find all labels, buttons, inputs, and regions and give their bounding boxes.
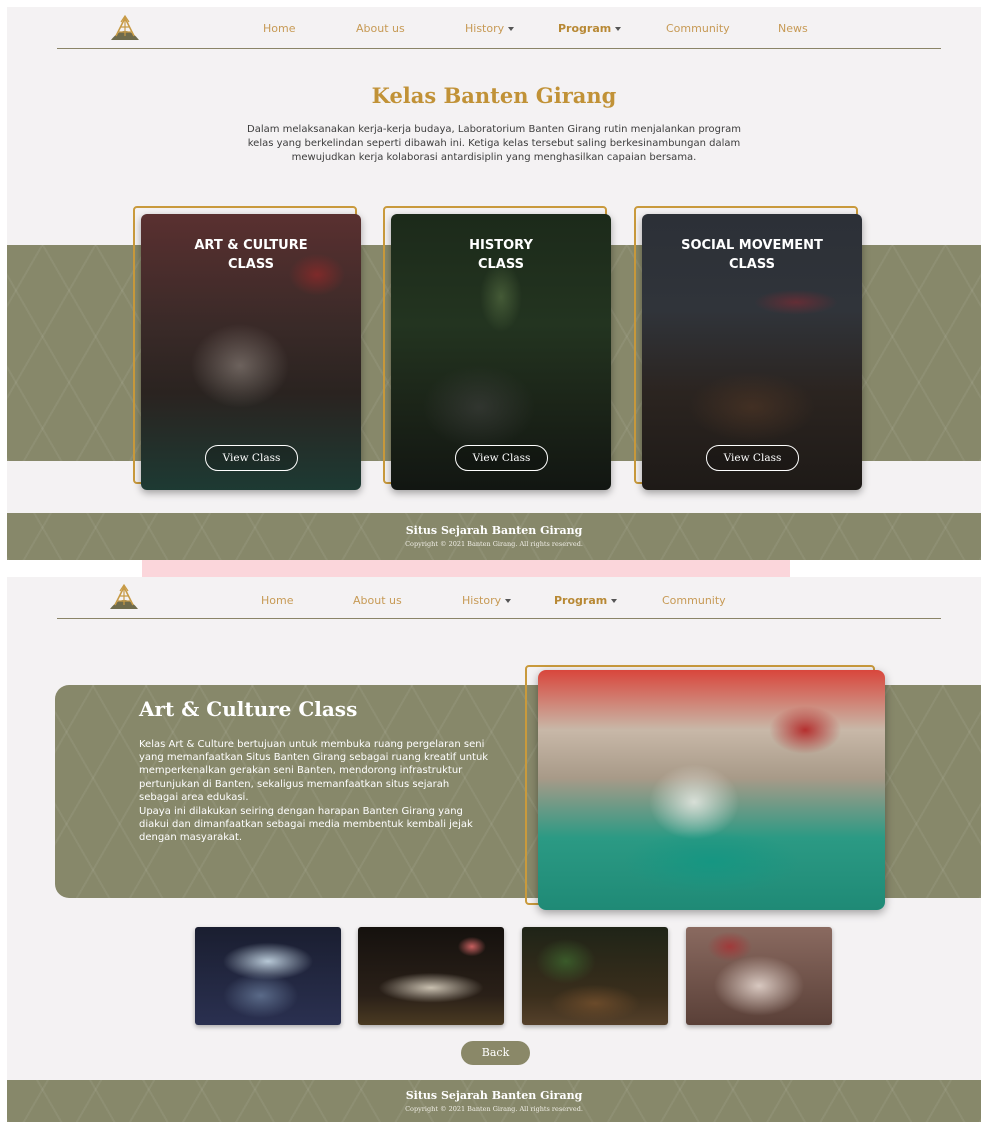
nav-history-label: History [465, 22, 505, 35]
nav-community[interactable]: Community [662, 594, 726, 607]
card-title-line: CLASS [728, 257, 776, 272]
nav-divider [57, 618, 941, 619]
class-detail-page: Home About us History Program Community … [7, 577, 981, 1122]
chevron-down-icon [611, 599, 618, 603]
card-title-line: HISTORY [469, 238, 533, 253]
class-main-photo [538, 670, 885, 910]
chevron-down-icon [505, 599, 512, 603]
footer-copyright: Copyright © 2021 Banten Girang. All righ… [405, 1105, 583, 1113]
nav-history-label: History [462, 594, 502, 607]
top-nav: Home About us History Program Community … [7, 7, 981, 51]
view-class-button[interactable]: View Class [706, 445, 799, 471]
back-button[interactable]: Back [461, 1041, 530, 1065]
nav-news[interactable]: News [778, 22, 808, 35]
nav-community[interactable]: Community [666, 22, 730, 35]
view-class-button[interactable]: View Class [205, 445, 298, 471]
card-title: HISTORY CLASS [391, 236, 611, 274]
class-card-art-culture[interactable]: ART & CULTURE CLASS View Class [141, 214, 361, 490]
class-card-social-movement[interactable]: SOCIAL MOVEMENT CLASS View Class [642, 214, 862, 490]
intro-text: Dalam melaksanakan kerja-kerja budaya, L… [247, 124, 741, 163]
card-title-line: CLASS [477, 257, 525, 272]
nav-program-label: Program [554, 594, 608, 607]
card-title-line: ART & CULTURE [194, 238, 308, 253]
chevron-down-icon [615, 27, 622, 31]
footer: Situs Sejarah Banten Girang Copyright © … [7, 513, 981, 560]
card-title-line: SOCIAL MOVEMENT [681, 238, 823, 253]
view-class-button[interactable]: View Class [455, 445, 548, 471]
class-description: Kelas Art & Culture bertujuan untuk memb… [139, 739, 489, 803]
footer-title: Situs Sejarah Banten Girang [405, 1089, 583, 1102]
gallery-thumbnail[interactable] [686, 927, 832, 1025]
class-card-history[interactable]: HISTORY CLASS View Class [391, 214, 611, 490]
card-title: SOCIAL MOVEMENT CLASS [642, 236, 862, 274]
nav-history[interactable]: History [465, 22, 515, 35]
nav-divider [57, 48, 941, 49]
class-title: Art & Culture Class [139, 697, 358, 721]
nav-program-label: Program [558, 22, 612, 35]
footer: Situs Sejarah Banten Girang Copyright © … [7, 1080, 981, 1122]
footer-title: Situs Sejarah Banten Girang [405, 524, 583, 537]
gallery-thumbnail[interactable] [358, 927, 504, 1025]
nav-program[interactable]: Program [554, 594, 618, 607]
nav-home[interactable]: Home [263, 22, 295, 35]
class-description: Upaya ini dilakukan seiring dengan harap… [139, 806, 473, 844]
banten-girang-logo-icon[interactable] [107, 14, 143, 42]
nav-about-us[interactable]: About us [353, 594, 402, 607]
nav-about-us[interactable]: About us [356, 22, 405, 35]
footer-copyright: Copyright © 2021 Banten Girang. All righ… [405, 540, 583, 548]
nav-history[interactable]: History [462, 594, 512, 607]
card-title: ART & CULTURE CLASS [141, 236, 361, 274]
divider-strip [142, 560, 790, 577]
page-title: Kelas Banten Girang [371, 83, 617, 108]
card-title-line: CLASS [227, 257, 275, 272]
gallery-thumbnail[interactable] [522, 927, 668, 1025]
nav-home[interactable]: Home [261, 594, 293, 607]
gallery-thumbnail[interactable] [195, 927, 341, 1025]
top-nav: Home About us History Program Community [7, 577, 981, 621]
banten-girang-logo-icon[interactable] [106, 583, 142, 611]
chevron-down-icon [508, 27, 515, 31]
program-page: Home About us History Program Community … [7, 7, 981, 560]
nav-program[interactable]: Program [558, 22, 622, 35]
